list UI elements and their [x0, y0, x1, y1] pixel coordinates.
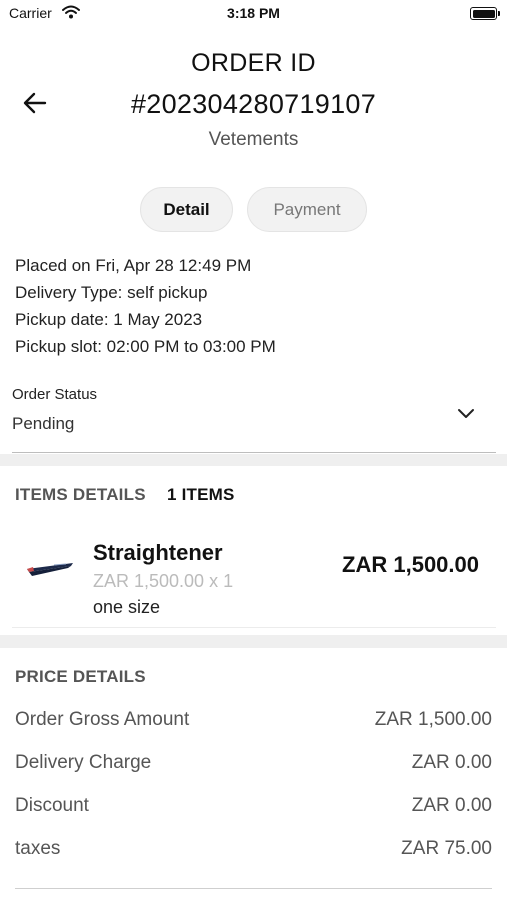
hair-straightener-image	[27, 563, 73, 576]
status-underline	[12, 452, 496, 453]
item-size: one size	[93, 597, 161, 617]
chevron-down-icon[interactable]	[457, 406, 475, 420]
placed-on-text: Placed on Fri, Apr 28 12:49 PM	[15, 256, 252, 275]
price-value: ZAR 1,500.00	[374, 709, 492, 730]
order-id: #202304280719107	[130, 89, 377, 119]
price-value: ZAR 75.00	[401, 838, 492, 859]
items-heading: ITEMS DETAILS	[15, 485, 146, 504]
price-label: taxes	[15, 838, 61, 859]
price-details-heading: PRICE DETAILS	[15, 667, 146, 686]
price-value: ZAR 0.00	[411, 795, 492, 816]
section-divider	[0, 454, 507, 466]
item-unit-price: ZAR 1,500.00 x 1	[93, 571, 234, 591]
price-label: Delivery Charge	[15, 752, 152, 773]
item-name: Straightener	[93, 540, 223, 565]
tab-detail[interactable]: Detail	[140, 187, 233, 232]
item-divider	[12, 627, 496, 628]
order-status-label: Order Status	[12, 386, 98, 403]
price-value: ZAR 0.00	[411, 752, 492, 773]
price-label: Order Gross Amount	[15, 709, 190, 730]
battery-icon	[470, 7, 500, 20]
status-time: 3:18 PM	[227, 5, 280, 21]
price-divider	[15, 888, 492, 889]
price-label: Discount	[15, 795, 89, 816]
section-divider	[0, 635, 507, 648]
pickup-slot-text: Pickup slot: 02:00 PM to 03:00 PM	[15, 337, 276, 356]
store-name: Vetements	[208, 129, 299, 150]
page-title-line1: ORDER ID	[191, 49, 316, 77]
delivery-type-text: Delivery Type: self pickup	[15, 283, 208, 302]
status-bar: Carrier 3:18 PM	[0, 0, 507, 28]
tab-payment[interactable]: Payment	[247, 187, 367, 232]
pickup-date-text: Pickup date: 1 May 2023	[15, 310, 203, 329]
order-status-value: Pending	[12, 414, 75, 433]
item-total: ZAR 1,500.00	[342, 552, 479, 577]
items-count: 1 ITEMS	[167, 485, 235, 504]
